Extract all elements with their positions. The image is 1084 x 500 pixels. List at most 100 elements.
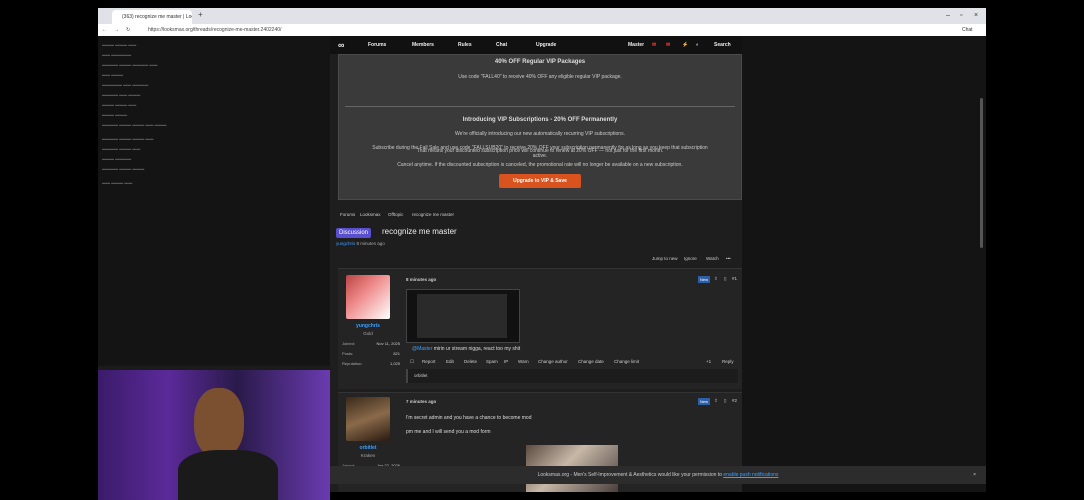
post-username[interactable]: orbitlet (338, 445, 398, 451)
share-icon[interactable]: ⇪ (714, 276, 718, 282)
new-tab-icon[interactable]: + (198, 10, 203, 19)
post-text: I'm secret admin and you have a chance t… (406, 415, 532, 421)
promo-text-1: Use code "FALL40" to receive 40% OFF any… (458, 74, 622, 80)
right-side-panel (742, 36, 986, 492)
reactor-name[interactable]: orbitlet (414, 373, 428, 378)
posts-label: Posts: (342, 351, 354, 356)
breadcrumb-item[interactable]: Looksmax (360, 212, 381, 217)
change-author-button[interactable]: Change author (538, 359, 568, 364)
avatar[interactable] (346, 275, 390, 319)
post-number[interactable]: #2 (732, 398, 737, 403)
nav-search[interactable]: Search (714, 36, 731, 54)
reload-icon[interactable]: ↻ (126, 24, 130, 36)
thread-title: recognize me master (382, 227, 457, 236)
enable-notifications-link[interactable]: enable push notifications (723, 472, 778, 478)
avatar[interactable] (346, 397, 390, 441)
select-checkbox[interactable]: ☐ (410, 359, 414, 365)
user-rank: Gold (363, 331, 373, 336)
faint-chat-line: ▬▬ ▬▬▬ (102, 72, 124, 77)
inbox-icon[interactable]: ✉ (652, 36, 656, 54)
faint-chat-line: ▬▬▬▬ ▬▬ ▬▬▬ (102, 92, 141, 97)
change-limit-button[interactable]: Change limit (614, 359, 639, 364)
faint-chat-line: ▬▬▬ ▬▬▬ ▬▬ (102, 102, 137, 107)
bookmark-icon[interactable]: ▯ (724, 398, 726, 404)
nav-rules[interactable]: Rules (458, 36, 472, 54)
bookmark-icon[interactable]: ▯ (724, 276, 726, 282)
promo-heading-1: 40% OFF Regular VIP Packages (494, 59, 586, 65)
ip-button[interactable]: IP (504, 359, 508, 364)
left-side-panel: ▬▬▬ ▬▬▬ ▬▬ ▬▬ ▬▬▬▬▬ ▬▬▬▬ ▬▬▬ ▬▬▬▬ ▬▬ ▬▬ … (98, 36, 330, 366)
post-username[interactable]: yungchris (338, 323, 398, 329)
edit-button[interactable]: Edit (446, 359, 454, 364)
breadcrumb-item[interactable]: Forums (340, 212, 355, 217)
faint-chat-line: ▬▬▬ ▬▬▬ ▬▬ (102, 42, 137, 47)
post-time[interactable]: 8 minutes ago (406, 277, 436, 282)
maximize-icon[interactable]: ▫ (960, 8, 962, 24)
nav-upgrade[interactable]: Upgrade (536, 36, 556, 54)
post-text: pm me and I will send you a mod form (406, 429, 491, 435)
reply-button[interactable]: Reply (722, 359, 734, 364)
theme-toggle-icon[interactable]: ◐ (696, 36, 699, 54)
change-date-button[interactable]: Change date (578, 359, 604, 364)
delete-button[interactable]: Delete (464, 359, 477, 364)
mention-link[interactable]: @Master (412, 346, 432, 352)
nav-forums[interactable]: Forums (368, 36, 386, 54)
faint-chat-line: ▬▬ ▬▬▬▬▬ (102, 52, 132, 57)
nav-members[interactable]: Members (412, 36, 434, 54)
upgrade-vip-button[interactable]: Upgrade to VIP & Save (499, 174, 581, 188)
faint-chat-line: ▬▬▬▬ ▬▬▬ ▬▬▬▬ ▬▬ (102, 62, 158, 67)
close-icon[interactable]: × (974, 8, 978, 24)
back-icon[interactable]: ← (102, 24, 107, 36)
site-logo-icon[interactable]: ∞ (338, 36, 344, 54)
report-button[interactable]: Report (422, 359, 436, 364)
faint-chat-line: ▬▬▬▬▬ ▬▬ ▬▬▬▬ (102, 82, 149, 87)
more-options-button[interactable]: ••• (726, 256, 731, 261)
browser-tab[interactable]: (363) recognize me master | Look... (112, 10, 192, 24)
profile-label[interactable]: Chat (962, 24, 973, 36)
notification-close-icon[interactable]: × (973, 466, 976, 484)
faint-chat-line: ▬▬▬▬ ▬▬▬ ▬▬▬ ▬▬ ▬▬▬ (102, 122, 167, 127)
thread-time: 8 minutes ago (356, 241, 385, 246)
minimize-icon[interactable]: – (946, 8, 950, 24)
nav-chat[interactable]: Chat (496, 36, 507, 54)
screenshot-content (417, 294, 507, 338)
promo-text-5: Cancel anytime. If the discounted subscr… (397, 162, 683, 168)
joined-value: Nov 11, 2025 (376, 341, 401, 346)
new-badge: New (698, 398, 711, 405)
url-text[interactable]: https://looksmax.org/threads/recognize-m… (148, 24, 281, 36)
share-icon[interactable]: ⇪ (714, 398, 718, 404)
breadcrumb-item[interactable]: Offtopic (388, 212, 403, 217)
joined-label: Joined: (342, 341, 355, 346)
promo-divider (345, 106, 735, 107)
browser-titlebar: (363) recognize me master | Look... + – … (98, 8, 986, 24)
spam-button[interactable]: Spam (486, 359, 498, 364)
faint-chat-line: ▬▬▬▬ ▬▬▬ ▬▬▬ ▬▬ (102, 136, 154, 141)
faint-chat-line: ▬▬ ▬▬▬ ▬▬ (102, 180, 133, 185)
reputation-value: 1,025 (389, 361, 400, 366)
promo-heading-2: Introducing VIP Subscriptions - 20% OFF … (462, 117, 618, 123)
promo-text-4: That means your discounted subscription … (416, 148, 664, 154)
post-time[interactable]: 7 minutes ago (406, 399, 436, 404)
nav-user[interactable]: Master (628, 36, 644, 54)
like-button[interactable]: +1 (706, 359, 711, 364)
bolt-icon[interactable]: ⚡ (682, 36, 688, 54)
site-content: ∞ Forums Members Rules Chat Upgrade Mast… (330, 36, 744, 492)
faint-chat-line: ▬▬▬ ▬▬▬ (102, 112, 128, 117)
faint-chat-line: ▬▬▬▬ ▬▬▬ ▬▬ (102, 146, 141, 151)
warn-button[interactable]: Warn (518, 359, 529, 364)
reputation-label: Reputation: (342, 361, 363, 366)
jump-to-new-button[interactable]: Jump to new (652, 256, 678, 261)
thread-prefix-badge[interactable]: Discussion (336, 228, 372, 238)
scrollbar[interactable] (980, 98, 983, 248)
site-navbar: ∞ Forums Members Rules Chat Upgrade Mast… (330, 36, 744, 54)
thread-author[interactable]: yungchris (336, 241, 355, 246)
ignore-button[interactable]: Ignore (684, 256, 697, 261)
alerts-icon[interactable]: ✉ (666, 36, 670, 54)
post-text: mirin ur stream nigga, react too my shit (433, 346, 521, 352)
watch-button[interactable]: Watch (706, 256, 719, 261)
forward-icon[interactable]: → (114, 24, 119, 36)
post-screenshot-image[interactable] (406, 289, 520, 343)
post-number[interactable]: #1 (732, 276, 737, 281)
breadcrumb-item[interactable]: recognize me master (412, 212, 454, 217)
user-rank: Kraken (360, 453, 376, 458)
